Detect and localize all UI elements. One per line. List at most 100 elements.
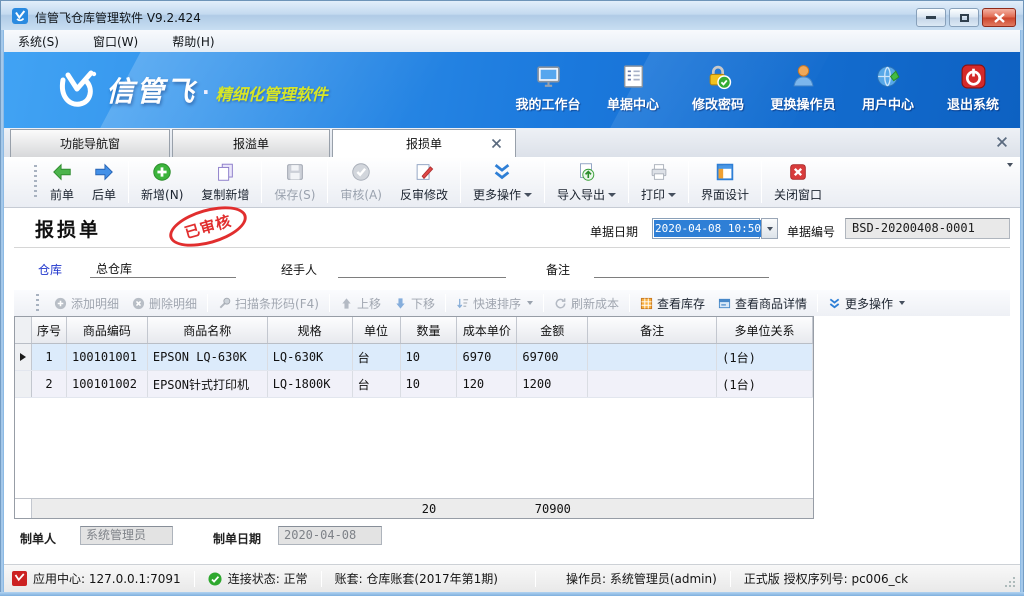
document-center-button[interactable]: 单据中心	[596, 63, 670, 113]
audit-button[interactable]: 审核(A)	[331, 159, 391, 206]
move-up-button[interactable]: 上移	[334, 293, 387, 314]
cell[interactable]: LQ-630K	[268, 344, 353, 370]
doc-date-field[interactable]: 2020-04-08 10:50	[652, 218, 760, 239]
table-row[interactable]: 2 100101002 EPSON针式打印机 LQ-1800K 台 10 120…	[15, 371, 813, 398]
import-export-button[interactable]: 导入导出	[548, 159, 625, 206]
refresh-cost-button[interactable]: 刷新成本	[548, 293, 625, 314]
grid-more-operations-button[interactable]: 更多操作	[822, 293, 911, 314]
cell[interactable]: 69700	[517, 344, 588, 370]
print-button[interactable]: 打印	[632, 159, 685, 206]
ui-design-button[interactable]: 界面设计	[692, 159, 758, 206]
grid-body: 1 100101001 EPSON LQ-630K LQ-630K 台 10 6…	[15, 344, 813, 498]
menu-help[interactable]: 帮助(H)	[168, 31, 218, 52]
col-header[interactable]: 序号	[32, 317, 67, 343]
sort-icon	[456, 297, 469, 310]
toolbar-grip[interactable]	[34, 165, 37, 199]
grid-empty-area[interactable]	[15, 398, 813, 498]
cell[interactable]: LQ-1800K	[268, 371, 353, 397]
cell[interactable]	[588, 371, 717, 397]
cell[interactable]: 1200	[517, 371, 588, 397]
cell[interactable]: 100101002	[67, 371, 148, 397]
cell[interactable]: 10	[401, 344, 458, 370]
quick-sort-button[interactable]: 快速排序	[450, 293, 539, 314]
cell[interactable]: 100101001	[67, 344, 148, 370]
cell[interactable]	[588, 344, 717, 370]
brand-logo-icon	[54, 68, 98, 112]
unaudit-button[interactable]: 反审修改	[391, 159, 457, 206]
menu-window[interactable]: 窗口(W)	[89, 31, 142, 52]
doc-date-value: 2020-04-08 10:50	[654, 220, 763, 237]
view-stock-button[interactable]: 查看库存	[634, 293, 711, 314]
copy-new-button[interactable]: 复制新增	[192, 159, 258, 206]
col-header[interactable]: 数量	[401, 317, 458, 343]
add-detail-button[interactable]: 添加明细	[48, 293, 125, 314]
col-header[interactable]: 商品编码	[67, 317, 148, 343]
doc-date-dropdown-button[interactable]	[761, 218, 778, 239]
cell[interactable]: 1	[32, 344, 67, 370]
toolbar-separator	[327, 161, 328, 203]
view-product-detail-button[interactable]: 查看商品详情	[712, 293, 813, 314]
scan-barcode-button[interactable]: 扫描条形码(F4)	[212, 293, 325, 314]
menu-system[interactable]: 系统(S)	[14, 31, 63, 52]
action-label: 单据中心	[607, 94, 659, 113]
restore-button[interactable]	[949, 8, 979, 27]
grid-toolbar-grip[interactable]	[36, 294, 39, 312]
cell[interactable]: 台	[353, 371, 401, 397]
col-header[interactable]: 规格	[268, 317, 353, 343]
cell[interactable]: 台	[353, 344, 401, 370]
button-label: 快速排序	[473, 295, 521, 312]
col-header[interactable]: 成本单价	[457, 317, 517, 343]
status-text: 正式版 授权序列号: pc006_ck	[744, 570, 908, 587]
toolbar-overflow-button[interactable]	[1007, 167, 1013, 181]
button-label: 扫描条形码(F4)	[235, 295, 319, 312]
cell[interactable]: EPSON针式打印机	[148, 371, 268, 397]
cell[interactable]: 10	[401, 371, 458, 397]
cell[interactable]: (1台)	[717, 344, 813, 370]
minimize-button[interactable]	[916, 8, 946, 27]
tab-close-icon[interactable]	[491, 138, 502, 149]
row-marker-cell	[15, 344, 32, 370]
dropdown-arrow-icon	[899, 301, 905, 305]
col-header[interactable]: 备注	[588, 317, 717, 343]
cell[interactable]: (1台)	[717, 371, 813, 397]
more-operations-button[interactable]: 更多操作	[464, 159, 541, 206]
close-window-button[interactable]: 关闭窗口	[765, 159, 831, 206]
arrow-left-icon	[51, 161, 73, 183]
user-center-button[interactable]: 用户中心	[851, 63, 925, 113]
my-workbench-button[interactable]: 我的工作台	[511, 63, 585, 113]
close-button[interactable]	[982, 8, 1016, 27]
cell[interactable]: 120	[457, 371, 517, 397]
tabstrip-close-icon[interactable]	[996, 136, 1008, 148]
tab-function-nav[interactable]: 功能导航窗	[10, 129, 170, 157]
workstation-icon	[535, 63, 562, 90]
col-header[interactable]: 金额	[517, 317, 588, 343]
switch-operator-button[interactable]: 更换操作员	[766, 63, 840, 113]
tab-damage-doc[interactable]: 报损单	[332, 129, 516, 157]
col-header[interactable]: 单位	[353, 317, 401, 343]
warehouse-value[interactable]: 总仓库	[96, 260, 132, 277]
tab-overflow-doc[interactable]: 报溢单	[172, 129, 330, 157]
change-password-button[interactable]: 修改密码	[681, 63, 755, 113]
exit-system-button[interactable]: 退出系统	[936, 63, 1010, 113]
summary-cell	[32, 499, 67, 518]
status-text: 操作员: 系统管理员(admin)	[566, 570, 717, 587]
table-row[interactable]: 1 100101001 EPSON LQ-630K LQ-630K 台 10 6…	[15, 344, 813, 371]
prev-doc-button[interactable]: 前单	[41, 159, 83, 206]
operator-icon	[790, 63, 817, 90]
grid-toolbar-separator	[629, 294, 630, 312]
next-doc-button[interactable]: 后单	[83, 159, 125, 206]
delete-detail-button[interactable]: 删除明细	[126, 293, 203, 314]
lock-check-icon	[705, 63, 732, 90]
doc-date-label: 单据日期	[590, 223, 638, 240]
resize-grip[interactable]	[1004, 576, 1016, 588]
button-label: 前单	[50, 186, 74, 203]
col-header[interactable]: 多单位关系	[717, 317, 813, 343]
move-down-button[interactable]: 下移	[388, 293, 441, 314]
new-doc-button[interactable]: 新增(N)	[132, 159, 192, 206]
cell[interactable]: EPSON LQ-630K	[148, 344, 268, 370]
chevron-down-icon	[1007, 163, 1013, 181]
save-button[interactable]: 保存(S)	[265, 159, 324, 206]
cell[interactable]: 2	[32, 371, 67, 397]
col-header[interactable]: 商品名称	[148, 317, 268, 343]
cell[interactable]: 6970	[457, 344, 517, 370]
